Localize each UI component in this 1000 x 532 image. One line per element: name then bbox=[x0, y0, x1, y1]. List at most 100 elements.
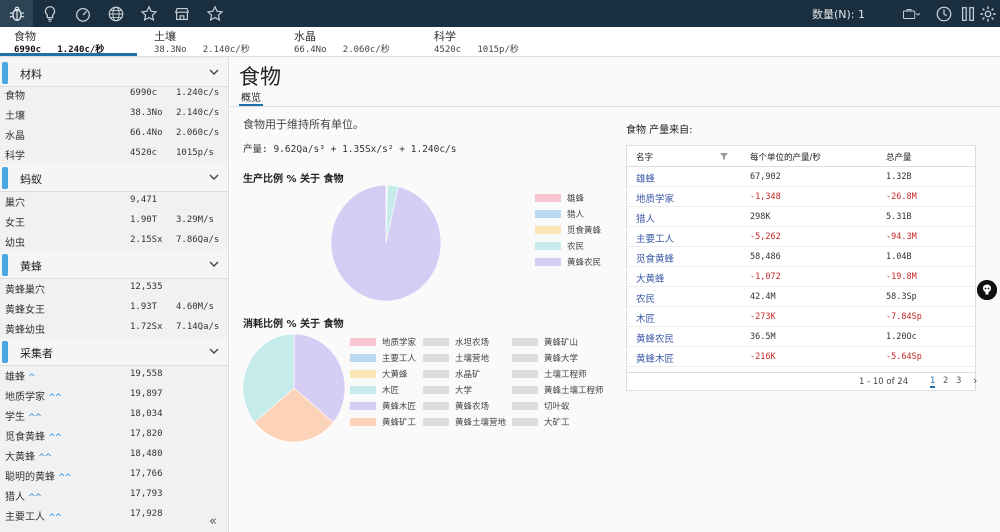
lightbulb-icon[interactable] bbox=[33, 0, 66, 27]
legend-item[interactable]: 猎人 bbox=[535, 208, 584, 220]
upgrade-icon[interactable]: ^^ bbox=[28, 413, 42, 423]
upgrade-icon[interactable]: ^^ bbox=[48, 433, 62, 443]
page-1-button[interactable]: 1 bbox=[930, 376, 936, 388]
legend-item[interactable]: 大矿工 bbox=[512, 416, 570, 428]
sidebar-item-science[interactable]: 科学 4520c 1015p/s bbox=[0, 143, 228, 163]
unit-name-link[interactable]: 木匠 bbox=[636, 311, 655, 325]
legend-item[interactable]: 木匠 bbox=[350, 384, 399, 396]
col-header-total[interactable]: 总产量 bbox=[886, 146, 912, 166]
table-row[interactable]: 觅食黄蜂 58,486 1.04B bbox=[627, 247, 975, 267]
upgrade-icon[interactable]: ^^ bbox=[48, 393, 62, 403]
unit-name-link[interactable]: 农民 bbox=[636, 291, 655, 305]
next-page-button[interactable]: › bbox=[973, 374, 977, 387]
legend-item[interactable]: 黄蜂土壤营地 bbox=[423, 416, 506, 428]
legend-item[interactable]: 雄蜂 bbox=[535, 192, 584, 204]
legend-item[interactable]: 土壤工程师 bbox=[512, 368, 587, 380]
resource-tab-soil[interactable]: 土壤 38.3No 2.140c/秒 bbox=[140, 27, 277, 57]
speedometer-icon[interactable] bbox=[66, 0, 99, 27]
unit-name-link[interactable]: 觅食黄蜂 bbox=[636, 251, 674, 265]
sidebar-item-hunter[interactable]: 猎人 ^^ 17,793 bbox=[0, 484, 228, 504]
filter-icon[interactable] bbox=[720, 152, 728, 160]
resource-tab-crystal[interactable]: 水晶 66.4No 2.060c/秒 bbox=[280, 27, 417, 57]
unit-name-link[interactable]: 雄蜂 bbox=[636, 171, 655, 185]
unit-name-link[interactable]: 大黄蜂 bbox=[636, 271, 665, 285]
upgrade-icon[interactable]: ^^ bbox=[28, 493, 42, 503]
legend-item[interactable]: 黄蜂木匠 bbox=[350, 400, 416, 412]
chevron-down-icon[interactable] bbox=[207, 257, 221, 271]
legend-item[interactable]: 大学 bbox=[423, 384, 472, 396]
sidebar-item-crystal[interactable]: 水晶 66.4No 2.060c/s bbox=[0, 123, 228, 143]
sidebar-section-gatherers[interactable]: 采集者 bbox=[0, 338, 228, 366]
chevron-down-icon[interactable] bbox=[207, 170, 221, 184]
legend-item[interactable]: 大黄蜂 bbox=[350, 368, 408, 380]
legend-item[interactable]: 黄蜂矿山 bbox=[512, 336, 578, 348]
legend-item[interactable]: 主要工人 bbox=[350, 352, 416, 364]
page-3-button[interactable]: 3 bbox=[956, 376, 961, 386]
upgrade-icon[interactable]: ^^ bbox=[48, 513, 62, 523]
sidebar-item-geologist[interactable]: 地质学家 ^^ 19,897 bbox=[0, 384, 228, 404]
briefcase-icon[interactable] bbox=[894, 0, 927, 27]
table-row[interactable]: 大黄蜂 -1,072 -19.8M bbox=[627, 267, 975, 287]
table-row[interactable]: 黄蜂木匠 -216K -5.64Sp bbox=[627, 347, 975, 367]
table-row[interactable]: 地质学家 -1,348 -26.8M bbox=[627, 187, 975, 207]
legend-item[interactable]: 土壤营地 bbox=[423, 352, 489, 364]
chevron-down-icon[interactable] bbox=[207, 344, 221, 358]
unit-name-link[interactable]: 猎人 bbox=[636, 211, 655, 225]
unit-name-link[interactable]: 地质学家 bbox=[636, 191, 674, 205]
sidebar-section-wasps[interactable]: 黄蜂 bbox=[0, 251, 228, 279]
star-outline-icon[interactable] bbox=[132, 0, 165, 27]
legend-item[interactable]: 黄蜂农场 bbox=[423, 400, 489, 412]
sidebar-item-food[interactable]: 食物 6990c 1.240c/s bbox=[0, 83, 228, 103]
sidebar-item-wasp-larva[interactable]: 黄蜂幼虫 1.72Sx 7.14Qa/s bbox=[0, 317, 228, 337]
legend-item[interactable]: 黄蜂土壤工程师 bbox=[512, 384, 604, 396]
unit-count-label[interactable]: 数量(N): 1 bbox=[812, 6, 865, 22]
sidebar-section-ants[interactable]: 蚂蚁 bbox=[0, 164, 228, 192]
page-2-button[interactable]: 2 bbox=[943, 376, 948, 386]
sidebar-item-hornet[interactable]: 大黄蜂 ^^ 18,480 bbox=[0, 444, 228, 464]
sidebar-item-drone[interactable]: 雄蜂 ^ 19,558 bbox=[0, 364, 228, 384]
sidebar-item-student[interactable]: 学生 ^^ 18,034 bbox=[0, 404, 228, 424]
sidebar-item-main-worker[interactable]: 主要工人 ^^ 17,928 bbox=[0, 504, 228, 524]
github-icon[interactable] bbox=[977, 280, 997, 300]
gear-icon[interactable] bbox=[975, 0, 1000, 27]
table-row[interactable]: 主要工人 -5,262 -94.3M bbox=[627, 227, 975, 247]
table-row[interactable]: 木匠 -273K -7.84Sp bbox=[627, 307, 975, 327]
table-row[interactable]: 黄蜂农民 36.5M 1.20Oc bbox=[627, 327, 975, 347]
legend-item[interactable]: 切叶蚁 bbox=[512, 400, 570, 412]
legend-item[interactable]: 黄蜂农民 bbox=[535, 256, 601, 268]
legend-item[interactable]: 觅食黄蜂 bbox=[535, 224, 601, 236]
collapse-sidebar-button[interactable]: « bbox=[209, 514, 217, 529]
sidebar-item-nest[interactable]: 巢穴 9,471 bbox=[0, 190, 228, 210]
table-row[interactable]: 农民 42.4M 58.3Sp bbox=[627, 287, 975, 307]
bug-icon[interactable] bbox=[0, 0, 33, 27]
legend-item[interactable]: 水晶矿 bbox=[423, 368, 481, 380]
sidebar-item-foraging-wasp[interactable]: 觅食黄蜂 ^^ 17,820 bbox=[0, 424, 228, 444]
legend-item[interactable]: 地质学家 bbox=[350, 336, 416, 348]
legend-item[interactable]: 水坦农场 bbox=[423, 336, 489, 348]
legend-item[interactable]: 黄蜂大学 bbox=[512, 352, 578, 364]
unit-name-link[interactable]: 黄蜂木匠 bbox=[636, 351, 674, 365]
resource-tab-science[interactable]: 科学 4520c 1015p/秒 bbox=[420, 27, 557, 57]
unit-name-link[interactable]: 主要工人 bbox=[636, 231, 674, 245]
legend-item[interactable]: 黄蜂矿工 bbox=[350, 416, 416, 428]
unit-name-link[interactable]: 黄蜂农民 bbox=[636, 331, 674, 345]
sidebar-item-smart-wasp[interactable]: 聪明的黄蜂 ^^ 17,766 bbox=[0, 464, 228, 484]
tab-overview[interactable]: 概览 bbox=[241, 89, 261, 104]
shop-icon[interactable] bbox=[165, 0, 198, 27]
upgrade-icon[interactable]: ^^ bbox=[38, 453, 52, 463]
sidebar-item-wasp-nest[interactable]: 黄蜂巢穴 12,535 bbox=[0, 277, 228, 297]
upgrade-icon[interactable]: ^ bbox=[28, 373, 35, 383]
table-row[interactable]: 雄蜂 67,902 1.32B bbox=[627, 167, 975, 187]
upgrade-icon[interactable]: ^^ bbox=[58, 473, 72, 483]
star-icon[interactable] bbox=[198, 0, 231, 27]
legend-item[interactable]: 农民 bbox=[535, 240, 584, 252]
pie-slice-4[interactable] bbox=[330, 184, 442, 302]
col-header-name[interactable]: 名字 bbox=[636, 146, 653, 166]
chevron-down-icon[interactable] bbox=[207, 65, 221, 79]
sidebar-item-larva[interactable]: 幼虫 2.15Sx 7.86Qa/s bbox=[0, 230, 228, 250]
col-header-per-unit[interactable]: 每个单位的产量/秒 bbox=[750, 146, 821, 166]
globe-icon[interactable] bbox=[99, 0, 132, 27]
sidebar-item-wasp-queen[interactable]: 黄蜂女王 1.93T 4.60M/s bbox=[0, 297, 228, 317]
sidebar-item-soil[interactable]: 土壤 38.3No 2.140c/s bbox=[0, 103, 228, 123]
sidebar-item-queen[interactable]: 女王 1.90T 3.29M/s bbox=[0, 210, 228, 230]
